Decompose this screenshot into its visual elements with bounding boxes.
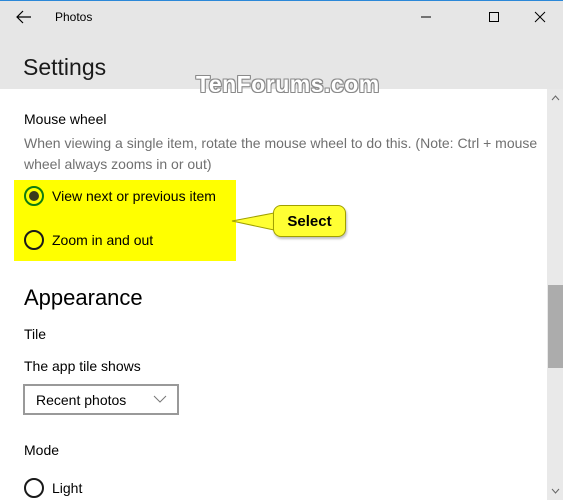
minimize-button[interactable] (403, 1, 449, 32)
radio-zoom-in-out[interactable]: Zoom in and out (24, 230, 153, 250)
close-button[interactable] (517, 1, 563, 32)
close-icon (534, 11, 546, 22)
appearance-heading: Appearance (24, 285, 143, 310)
scroll-up-button[interactable] (547, 91, 563, 105)
vertical-scrollbar[interactable] (547, 89, 563, 500)
app-tile-label: The app tile shows (24, 358, 141, 374)
chevron-down-icon (551, 488, 559, 494)
mouse-wheel-description: When viewing a single item, rotate the m… (24, 135, 538, 172)
watermark: TenForums.com (196, 71, 380, 97)
radio-unselected-icon (24, 478, 44, 498)
chevron-up-icon (551, 95, 559, 101)
radio-selected-icon (24, 186, 44, 206)
callout-bubble: Select (273, 205, 346, 237)
radio-mode-light[interactable]: Light (24, 478, 82, 498)
scroll-down-button[interactable] (547, 484, 563, 498)
maximize-button[interactable] (471, 1, 517, 32)
radio-label: Light (52, 480, 83, 496)
radio-label: View next or previous item (52, 188, 216, 204)
back-button[interactable] (10, 3, 38, 31)
scrollbar-thumb[interactable] (548, 285, 563, 368)
mode-heading: Mode (24, 442, 60, 458)
radio-view-next-previous[interactable]: View next or previous item (24, 186, 216, 206)
radio-label: Zoom in and out (52, 232, 154, 248)
minimize-icon (421, 16, 431, 17)
page-title: Settings (23, 54, 107, 80)
chevron-down-icon (153, 395, 167, 403)
back-arrow-icon (16, 10, 31, 24)
radio-unselected-icon (24, 230, 44, 250)
app-tile-dropdown[interactable]: Recent photos (23, 384, 179, 415)
app-title: Photos (55, 10, 93, 24)
dropdown-value: Recent photos (36, 391, 127, 408)
mouse-wheel-heading: Mouse wheel (24, 111, 107, 127)
maximize-icon (489, 11, 499, 22)
tile-heading: Tile (24, 326, 47, 342)
